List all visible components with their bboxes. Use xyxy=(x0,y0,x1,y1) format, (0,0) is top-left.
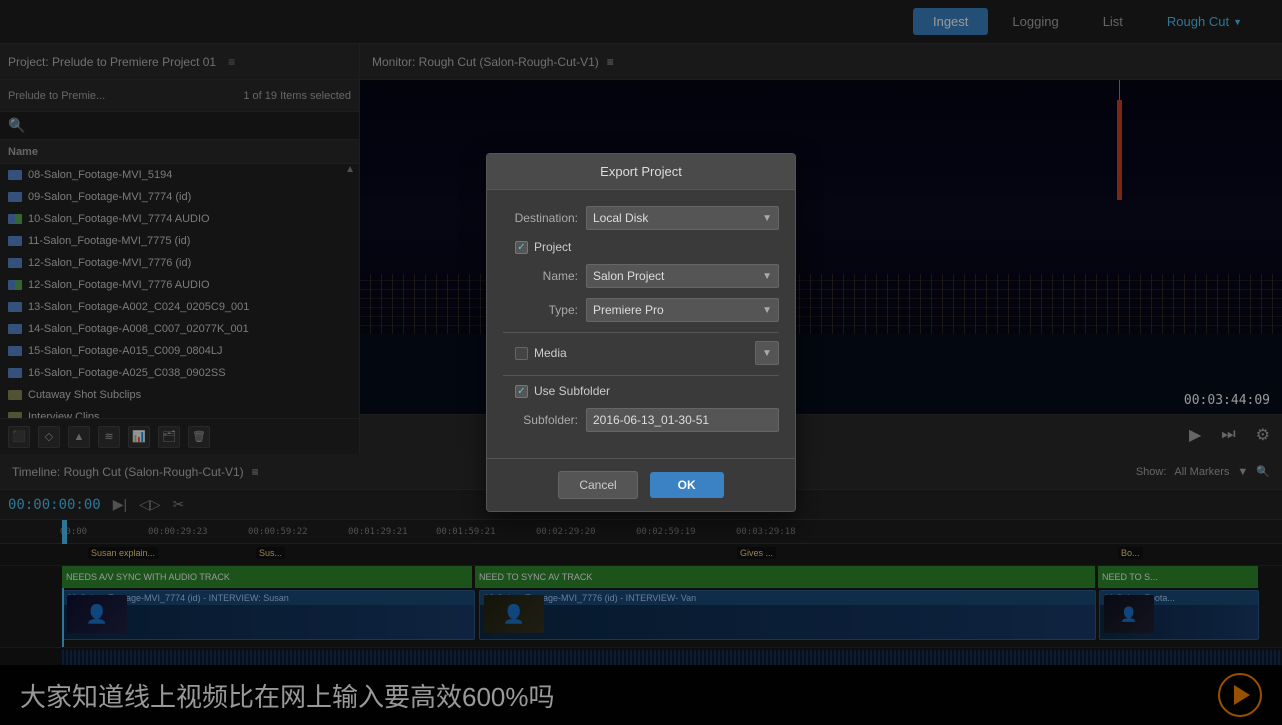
subfolder-input[interactable]: 2016-06-13_01-30-51 xyxy=(586,408,779,432)
name-label: Name: xyxy=(503,269,578,283)
media-label: Media xyxy=(534,346,567,360)
type-dropdown-arrow: ▼ xyxy=(762,305,772,316)
subfolder-value: 2016-06-13_01-30-51 xyxy=(593,413,709,427)
subfolder-row: Subfolder: 2016-06-13_01-30-51 xyxy=(503,408,779,432)
dialog-overlay: Export Project Destination: Local Disk ▼… xyxy=(0,0,1282,725)
media-row: Media ▼ xyxy=(503,341,779,365)
cancel-button[interactable]: Cancel xyxy=(558,471,637,499)
destination-select[interactable]: Local Disk ▼ xyxy=(586,206,779,230)
media-expand-arrow[interactable]: ▼ xyxy=(755,341,779,365)
destination-value: Local Disk xyxy=(593,211,648,225)
name-dropdown-arrow: ▼ xyxy=(762,271,772,282)
name-value: Salon Project xyxy=(593,269,664,283)
use-subfolder-checkbox[interactable]: ✓ xyxy=(515,385,528,398)
dialog-footer: Cancel OK xyxy=(487,458,795,511)
ok-button[interactable]: OK xyxy=(650,472,724,498)
use-subfolder-row: ✓ Use Subfolder xyxy=(503,384,779,398)
project-checkbox-row: ✓ Project xyxy=(503,240,779,254)
dialog-title: Export Project xyxy=(487,154,795,190)
divider-1 xyxy=(503,332,779,333)
type-select[interactable]: Premiere Pro ▼ xyxy=(586,298,779,322)
destination-label: Destination: xyxy=(503,211,578,225)
name-select[interactable]: Salon Project ▼ xyxy=(586,264,779,288)
destination-dropdown-arrow: ▼ xyxy=(762,213,772,224)
export-project-dialog: Export Project Destination: Local Disk ▼… xyxy=(486,153,796,512)
use-subfolder-label: Use Subfolder xyxy=(534,384,610,398)
name-row: Name: Salon Project ▼ xyxy=(503,264,779,288)
type-row: Type: Premiere Pro ▼ xyxy=(503,298,779,322)
dialog-body: Destination: Local Disk ▼ ✓ Project Name… xyxy=(487,190,795,458)
project-checkbox-label: Project xyxy=(534,240,571,254)
subfolder-label: Subfolder: xyxy=(503,413,578,427)
type-value: Premiere Pro xyxy=(593,303,664,317)
type-label: Type: xyxy=(503,303,578,317)
divider-2 xyxy=(503,375,779,376)
destination-row: Destination: Local Disk ▼ xyxy=(503,206,779,230)
project-checkbox[interactable]: ✓ xyxy=(515,241,528,254)
media-checkbox[interactable] xyxy=(515,347,528,360)
